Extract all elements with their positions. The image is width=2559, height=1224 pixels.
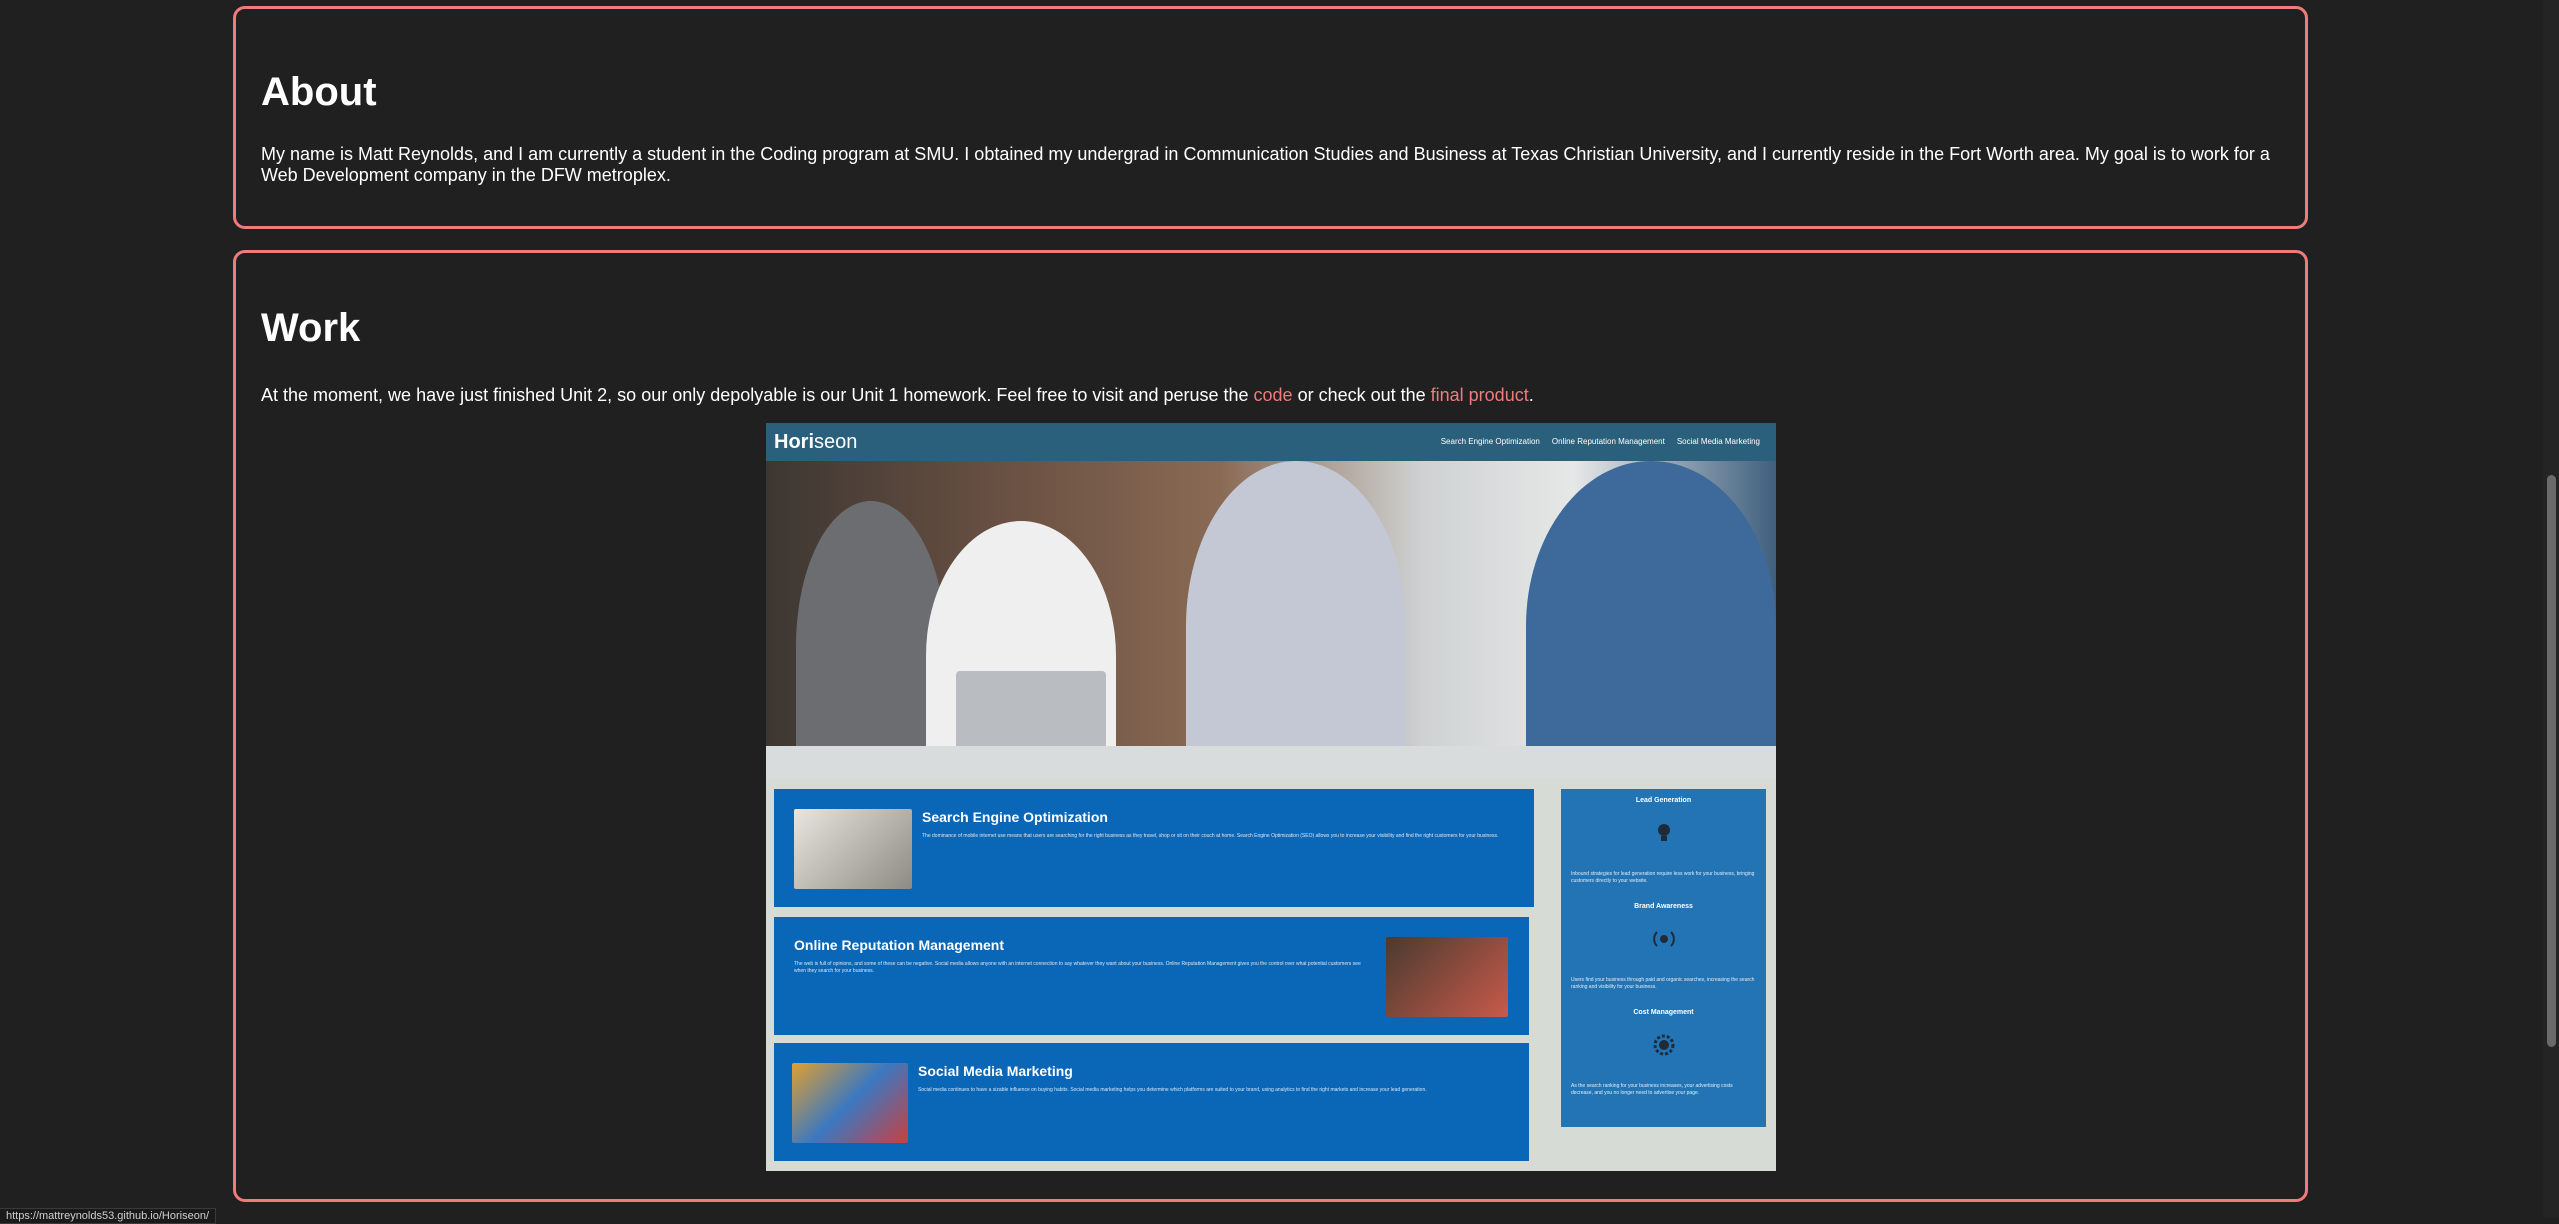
smm-thumbnail	[792, 1063, 908, 1143]
hero-table	[766, 746, 1776, 779]
work-text-intro: At the moment, we have just finished Uni…	[261, 385, 1254, 405]
preview-logo-bold: Hori	[774, 431, 814, 453]
seo-box-text: The dominance of mobile internet use mea…	[922, 833, 1499, 839]
broadcast-icon	[1652, 931, 1675, 947]
horiseon-preview-link[interactable]: Horiseon Search Engine Optimization Onli…	[766, 423, 1776, 1171]
seo-box-title: Search Engine Optimization	[922, 809, 1108, 825]
preview-logo-light: seon	[814, 431, 858, 453]
work-text-middle: or check out the	[1292, 385, 1431, 405]
hero-person-right	[1526, 461, 1776, 779]
work-section: Work At the moment, we have just finishe…	[233, 250, 2308, 1202]
preview-hero-image	[766, 461, 1776, 779]
preview-box-smm: Social Media Marketing Social media cont…	[774, 1043, 1529, 1161]
sidebar-brand-title: Brand Awareness	[1634, 903, 1693, 910]
hero-person-center	[1186, 461, 1406, 779]
work-text: At the moment, we have just finished Uni…	[261, 385, 2280, 406]
smm-box-text: Social media continues to have a sizable…	[918, 1087, 1427, 1093]
hero-person-left	[796, 501, 946, 779]
gear-dollar-icon	[1653, 1034, 1674, 1056]
about-text: My name is Matt Reynolds, and I am curre…	[261, 144, 2270, 185]
preview-nav-item: Search Engine Optimization	[1440, 437, 1540, 446]
scrollbar-thumb[interactable]	[2547, 475, 2556, 1047]
preview-nav-item: Online Reputation Management	[1551, 437, 1665, 446]
orm-thumbnail	[1386, 937, 1508, 1017]
code-link[interactable]: code	[1254, 385, 1293, 405]
preview-nav-item: Social Media Marketing	[1676, 437, 1760, 446]
final-product-link[interactable]: final product	[1431, 385, 1529, 405]
work-heading: Work	[261, 306, 361, 350]
lightbulb-icon	[1657, 824, 1670, 841]
preview-box-orm: Online Reputation Management The web is …	[774, 917, 1529, 1035]
sidebar-brand-text: Users find your business through paid an…	[1571, 977, 1755, 990]
about-heading: About	[261, 70, 377, 114]
work-text-end: .	[1528, 385, 1534, 405]
sidebar-cost-title: Cost Management	[1633, 1009, 1694, 1016]
scrollbar[interactable]	[2543, 0, 2559, 1218]
preview-logo: Horiseon	[774, 431, 857, 454]
seo-thumbnail	[794, 809, 912, 889]
preview-box-seo: Search Engine Optimization The dominance…	[774, 789, 1534, 907]
preview-sidebar: Lead Generation Inbound strategies for l…	[1561, 789, 1766, 1127]
sidebar-cost-text: As the search ranking for your business …	[1571, 1083, 1733, 1096]
sidebar-lead-text: Inbound strategies for lead generation r…	[1571, 871, 1755, 884]
sidebar-lead-title: Lead Generation	[1635, 797, 1692, 804]
orm-box-title: Online Reputation Management	[794, 937, 1005, 953]
preview-nav: Search Engine Optimization Online Reputa…	[1441, 437, 1760, 446]
orm-box-text: The web is full of opinions, and some of…	[794, 961, 1361, 974]
about-section: About My name is Matt Reynolds, and I am…	[233, 6, 2308, 229]
smm-box-title: Social Media Marketing	[918, 1063, 1073, 1079]
preview-header: Horiseon Search Engine Optimization Onli…	[766, 423, 1776, 461]
status-bar-url: https://mattreynolds53.github.io/Horiseo…	[0, 1208, 217, 1224]
